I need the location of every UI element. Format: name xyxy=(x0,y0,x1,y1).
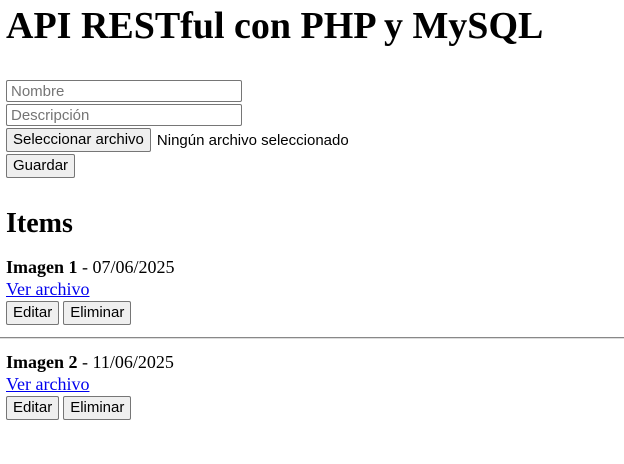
view-file-link[interactable]: Ver archivo xyxy=(6,278,89,300)
save-button[interactable]: Guardar xyxy=(6,154,76,178)
item-date: 11/06/2025 xyxy=(92,352,174,372)
item-separator: - xyxy=(77,257,93,277)
view-file-link[interactable]: Ver archivo xyxy=(6,373,89,395)
name-input[interactable] xyxy=(6,80,242,102)
item-name: Imagen 1 xyxy=(6,257,78,277)
item-actions: Editar Eliminar xyxy=(6,301,618,325)
item-title-line: Imagen 2 - 11/06/2025 xyxy=(6,351,618,373)
item-actions: Editar Eliminar xyxy=(6,396,618,420)
item-separator: - xyxy=(77,352,93,372)
list-item: Imagen 2 - 11/06/2025 Ver archivo Editar… xyxy=(6,351,618,420)
page-title: API RESTful con PHP y MySQL xyxy=(6,5,544,47)
file-picker: Seleccionar archivo Ningún archivo selec… xyxy=(6,128,618,152)
edit-button[interactable]: Editar xyxy=(6,301,60,325)
item-name: Imagen 2 xyxy=(6,352,78,372)
file-status: Ningún archivo seleccionado xyxy=(156,131,349,149)
item-divider xyxy=(0,337,624,338)
select-file-button[interactable]: Seleccionar archivo xyxy=(6,128,151,152)
items-heading: Items xyxy=(6,208,73,239)
delete-button[interactable]: Eliminar xyxy=(63,301,132,325)
item-title-line: Imagen 1 - 07/06/2025 xyxy=(6,256,618,278)
list-item: Imagen 1 - 07/06/2025 Ver archivo Editar… xyxy=(6,256,618,325)
item-date: 07/06/2025 xyxy=(92,257,175,277)
description-input[interactable] xyxy=(6,104,242,126)
page: API RESTful con PHP y MySQL Seleccionar … xyxy=(0,0,624,420)
edit-button[interactable]: Editar xyxy=(6,396,60,420)
delete-button[interactable]: Eliminar xyxy=(63,396,132,420)
item-form: Seleccionar archivo Ningún archivo selec… xyxy=(6,80,618,178)
